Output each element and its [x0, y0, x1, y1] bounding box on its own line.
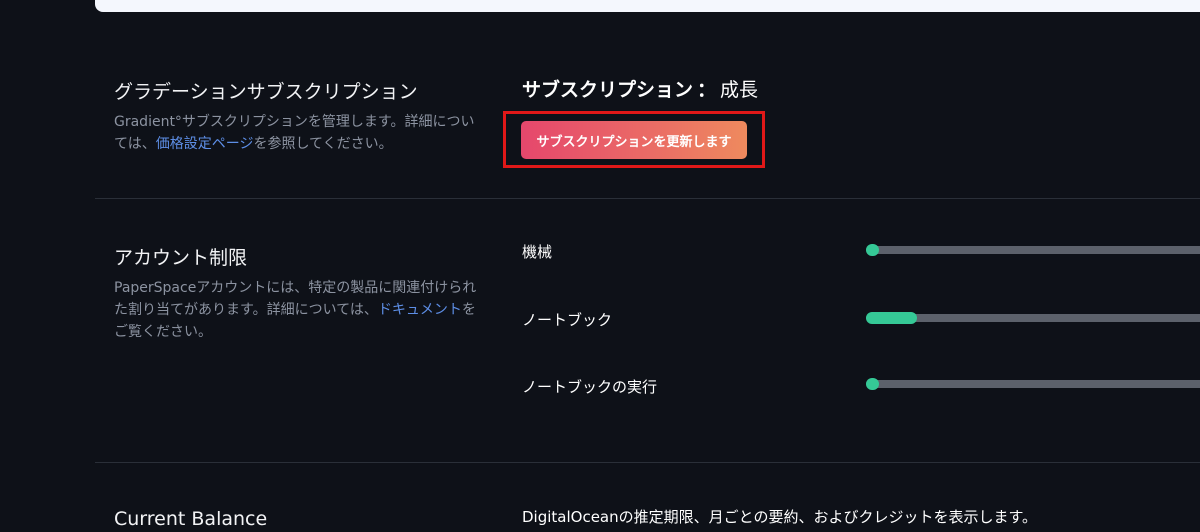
limit-bar-notebook-runs	[866, 378, 1200, 390]
limit-label-machines: 機械	[522, 243, 553, 261]
account-limits-title: アカウント制限	[114, 247, 248, 269]
limit-label-notebooks: ノートブック	[522, 311, 613, 329]
gradient-subscription-title: グラデーションサブスクリプション	[114, 81, 418, 103]
account-limits-description: PaperSpaceアカウントには、特定の製品に関連付けられた割り当てがあります…	[114, 277, 484, 343]
subscription-heading: サブスクリプション：成長	[522, 75, 758, 102]
section-divider	[95, 198, 1200, 199]
current-balance-description: DigitalOceanの推定期限、月ごとの要約、およびクレジットを表示します。	[522, 508, 1037, 526]
update-subscription-button[interactable]: サブスクリプションを更新します	[521, 121, 747, 159]
gradient-subscription-desc-text-end: を参照してください。	[253, 136, 393, 152]
subscription-separator: ：	[697, 79, 717, 101]
gradient-subscription-description: Gradient°サブスクリプションを管理します。詳細については、価格設定ページ…	[114, 111, 484, 155]
subscription-plan-name: 成長	[720, 79, 759, 101]
limit-bar-machines	[866, 244, 1200, 256]
limit-bar-notebooks-fill	[866, 312, 917, 324]
limit-label-notebook-runs: ノートブックの実行	[522, 378, 658, 396]
section-divider	[95, 462, 1200, 463]
documentation-link[interactable]: ドキュメント	[378, 302, 462, 318]
top-card	[95, 0, 1200, 12]
current-balance-title: Current Balance	[114, 508, 268, 530]
pricing-page-link[interactable]: 価格設定ページ	[156, 136, 254, 152]
limit-bar-notebooks	[866, 312, 1200, 324]
limit-bar-machines-fill	[866, 244, 879, 256]
subscription-label: サブスクリプション	[522, 79, 694, 101]
limit-bar-notebook-runs-fill	[866, 378, 879, 390]
